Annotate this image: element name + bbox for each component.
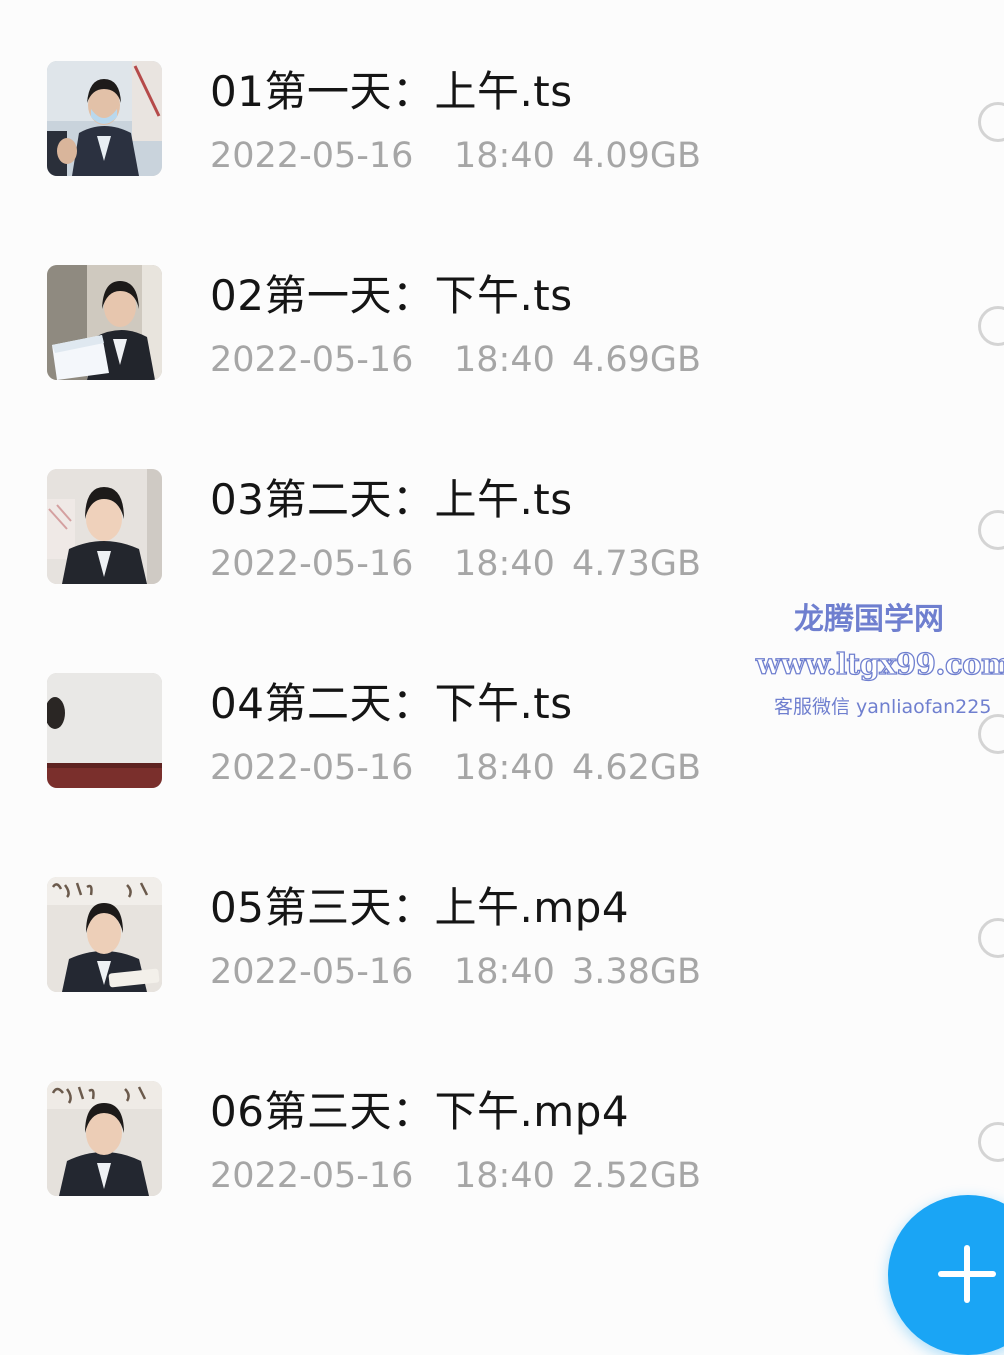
file-time: 18:40 <box>454 544 555 584</box>
file-time: 18:40 <box>454 1156 555 1196</box>
video-thumbnail[interactable] <box>47 673 162 788</box>
watermark-url: www.ltgx99.com <box>755 646 1004 681</box>
file-size: 4.62GB <box>572 748 702 788</box>
file-meta: 2022-05-16 18:40 3.38GB <box>210 950 701 994</box>
file-meta: 2022-05-16 18:40 4.09GB <box>210 134 701 178</box>
select-radio[interactable] <box>978 306 1004 346</box>
file-name: 06第三天：下午.mp4 <box>210 1087 630 1136</box>
plus-icon <box>938 1245 996 1303</box>
file-date: 2022-05-16 <box>210 544 414 584</box>
video-thumbnail[interactable] <box>47 265 162 380</box>
file-date: 2022-05-16 <box>210 1156 414 1196</box>
file-date: 2022-05-16 <box>210 136 414 176</box>
file-time: 18:40 <box>454 340 555 380</box>
file-meta: 2022-05-16 18:40 4.69GB <box>210 338 701 382</box>
file-row[interactable]: 03第二天：上午.ts 2022-05-16 18:40 4.73GB <box>0 408 1004 612</box>
file-time: 18:40 <box>454 136 555 176</box>
file-name: 01第一天：上午.ts <box>210 67 573 116</box>
file-row[interactable]: 05第三天：上午.mp4 2022-05-16 18:40 3.38GB <box>0 816 1004 1020</box>
file-time: 18:40 <box>454 748 555 788</box>
video-thumbnail[interactable] <box>47 61 162 176</box>
file-size: 3.38GB <box>572 952 702 992</box>
file-row[interactable]: 02第一天：下午.ts 2022-05-16 18:40 4.69GB <box>0 204 1004 408</box>
file-size: 2.52GB <box>572 1156 702 1196</box>
file-meta: 2022-05-16 18:40 2.52GB <box>210 1154 701 1198</box>
file-time: 18:40 <box>454 952 555 992</box>
file-meta: 2022-05-16 18:40 4.73GB <box>210 542 701 586</box>
select-radio[interactable] <box>978 918 1004 958</box>
file-date: 2022-05-16 <box>210 952 414 992</box>
file-date: 2022-05-16 <box>210 340 414 380</box>
select-radio[interactable] <box>978 510 1004 550</box>
watermark-contact: 客服微信 yanliaofan225 <box>774 696 992 718</box>
file-size: 4.09GB <box>572 136 702 176</box>
video-thumbnail[interactable] <box>47 877 162 992</box>
file-row[interactable]: 06第三天：下午.mp4 2022-05-16 18:40 2.52GB <box>0 1020 1004 1224</box>
watermark-brand: 龙腾国学网 <box>794 602 944 637</box>
file-row[interactable]: 01第一天：上午.ts 2022-05-16 18:40 4.09GB <box>0 0 1004 204</box>
video-thumbnail[interactable] <box>47 1081 162 1196</box>
file-size: 4.69GB <box>572 340 702 380</box>
file-name: 05第三天：上午.mp4 <box>210 883 630 932</box>
file-name: 04第二天：下午.ts <box>210 679 573 728</box>
file-date: 2022-05-16 <box>210 748 414 788</box>
file-name: 03第二天：上午.ts <box>210 475 573 524</box>
file-size: 4.73GB <box>572 544 702 584</box>
select-radio[interactable] <box>978 1122 1004 1162</box>
file-name: 02第一天：下午.ts <box>210 271 573 320</box>
file-meta: 2022-05-16 18:40 4.62GB <box>210 746 701 790</box>
video-thumbnail[interactable] <box>47 469 162 584</box>
select-radio[interactable] <box>978 102 1004 142</box>
watermark: 龙腾国学网 www.ltgx99.com 客服微信 yanliaofan225 <box>748 600 1004 730</box>
